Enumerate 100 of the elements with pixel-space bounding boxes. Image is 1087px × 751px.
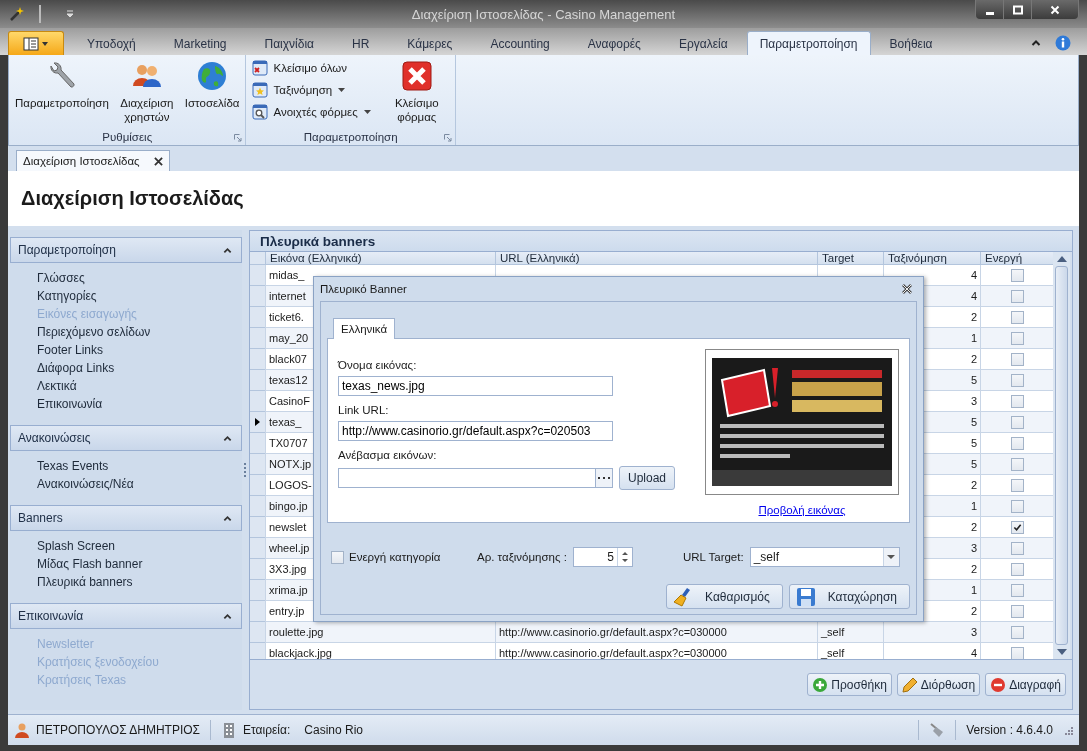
toolbar-button[interactable]: Προσθήκη	[807, 673, 892, 696]
dropdown[interactable]: _self	[749, 547, 900, 567]
checkbox[interactable]	[1010, 352, 1024, 366]
checkbox[interactable]	[1010, 604, 1024, 618]
file-field[interactable]	[338, 468, 613, 488]
ribbon-tab[interactable]: Εργαλεία	[659, 31, 747, 55]
checkbox[interactable]	[1010, 268, 1024, 282]
ribbon-tab[interactable]: Κάμερες	[388, 31, 472, 55]
dialog-launcher-icon[interactable]	[443, 134, 452, 142]
ribbon-button[interactable]: Παραμετροποίηση	[13, 58, 111, 112]
building-icon	[221, 722, 237, 738]
spin-field[interactable]: 5	[572, 547, 633, 567]
checkbox[interactable]	[1010, 520, 1024, 534]
ribbon-button[interactable]: Διαχείριση χρηστών	[112, 58, 181, 126]
nav-link[interactable]: Γλώσσες	[37, 269, 85, 287]
dialog-button[interactable]: Καταχώρηση	[788, 584, 910, 609]
close-button[interactable]	[1032, 0, 1078, 19]
ribbon-tab[interactable]: HR	[333, 31, 389, 55]
checkbox[interactable]	[1010, 541, 1024, 555]
close-icon[interactable]	[153, 156, 163, 166]
table-cell: _self	[821, 647, 845, 659]
row-header[interactable]	[250, 412, 265, 433]
wand-icon[interactable]	[9, 6, 25, 22]
group-header[interactable]: Παραμετροποίηση	[10, 237, 242, 263]
checkbox[interactable]	[1010, 625, 1024, 639]
splitter-handle[interactable]	[244, 463, 247, 477]
input-field[interactable]: http://www.casinorio.gr/default.aspx?c=020503	[338, 421, 613, 441]
plus-icon	[812, 676, 829, 693]
close-icon	[400, 60, 433, 92]
preview-link[interactable]: Προβολή εικόνας	[758, 504, 846, 516]
ribbon-tab[interactable]: Αναφορές	[568, 31, 660, 55]
checkbox[interactable]	[1010, 436, 1024, 450]
nav-link[interactable]: Επικοινωνία	[37, 395, 103, 413]
tab[interactable]: Ελληνικά	[333, 318, 396, 339]
ribbon-tab[interactable]: Υποδοχή	[68, 31, 155, 55]
dialog-launcher-icon[interactable]	[234, 134, 243, 142]
scrollbar[interactable]	[1053, 252, 1070, 659]
page-title: Διαχείριση Ιστοσελίδας	[21, 187, 244, 210]
info-icon[interactable]	[1055, 35, 1071, 51]
nav-link[interactable]: Λεκτικά	[37, 377, 77, 395]
maximize-icon	[1012, 5, 1023, 15]
ellipsis-icon[interactable]	[598, 476, 610, 480]
input-field[interactable]: texas_news.jpg	[338, 376, 613, 396]
status-text: ΠΕΤΡΟΠΟΥΛΟΣ ΔΗΜΗΤΡΙΟΣ	[36, 723, 200, 737]
nav-link[interactable]: Μίδας Flash banner	[37, 555, 143, 573]
nav-link[interactable]: Splash Screen	[37, 537, 116, 555]
nav-link[interactable]: Περιεχόμενο σελίδων	[37, 323, 151, 341]
maximize-button[interactable]	[1004, 0, 1032, 19]
toolbar-button[interactable]: Διόρθωση	[896, 673, 981, 696]
spin-arrows-icon[interactable]	[621, 551, 628, 563]
caret-icon	[363, 110, 371, 114]
arrow-up-icon[interactable]	[1056, 256, 1067, 262]
status-text: Casino Rio	[304, 723, 363, 737]
group-header[interactable]: Επικοινωνία	[10, 603, 242, 629]
checkbox[interactable]	[1010, 310, 1024, 324]
nav-link[interactable]: Κατηγορίες	[37, 287, 97, 305]
quick-access-icon[interactable]	[65, 9, 75, 19]
nav-link[interactable]: Texas Events	[37, 457, 109, 475]
scroll-thumb[interactable]	[1055, 266, 1068, 645]
document-tab[interactable]: Διαχείριση Ιστοσελίδας	[16, 150, 170, 171]
table-cell: http://www.casinorio.gr/default.aspx?c=030000	[499, 626, 727, 638]
resize-grip-icon[interactable]	[1063, 725, 1073, 735]
checkbox[interactable]	[1010, 646, 1024, 659]
window-search-icon	[252, 104, 269, 120]
ribbon-button[interactable]: Ιστοσελίδα	[182, 58, 242, 112]
ribbon-button[interactable]: Ανοιχτές φόρμες	[250, 103, 373, 121]
minimize-button[interactable]	[976, 0, 1004, 19]
ribbon-button[interactable]: Κλείσιμο όλων	[250, 59, 373, 77]
table-cell: roulette.jpg	[265, 622, 495, 643]
dialog-button[interactable]: Καθαρισμός	[666, 584, 783, 609]
nav-link[interactable]: Διάφορα Links	[37, 359, 115, 377]
group-header[interactable]: Ανακοινώσεις	[10, 425, 242, 451]
ribbon-tab[interactable]: Accounting	[471, 31, 569, 55]
checkbox[interactable]	[1010, 562, 1024, 576]
checkbox[interactable]	[1010, 583, 1024, 597]
checkbox[interactable]	[1010, 478, 1024, 492]
ribbon-tab[interactable]: Παραμετροποίηση	[746, 31, 871, 55]
checkbox[interactable]	[1010, 394, 1024, 408]
ribbon-tab[interactable]: Παιχνίδια	[245, 31, 333, 55]
arrow-down-icon[interactable]	[1056, 649, 1067, 655]
group-title: Ρυθμίσεις	[102, 130, 153, 143]
upload-button[interactable]: Upload	[619, 466, 676, 490]
ribbon-button[interactable]: Ταξινόμηση	[250, 81, 373, 99]
ribbon-tab[interactable]: Βοήθεια	[870, 31, 952, 55]
nav-link[interactable]: Footer Links	[37, 341, 104, 359]
checkbox[interactable]	[1010, 373, 1024, 387]
group-header[interactable]: Banners	[10, 505, 242, 531]
checkbox[interactable]	[1010, 331, 1024, 345]
checkbox[interactable]	[1010, 289, 1024, 303]
checkbox[interactable]	[1010, 457, 1024, 471]
toolbar-button[interactable]: Διαγραφή	[985, 673, 1066, 696]
ribbon-button[interactable]: Κλείσιμο φόρμας	[382, 58, 451, 126]
nav-link[interactable]: Ανακοινώσεις/Νέα	[37, 475, 134, 493]
nav-link[interactable]: Πλευρικά banners	[37, 573, 133, 591]
checkbox[interactable]	[1010, 415, 1024, 429]
ribbon-tab[interactable]: Marketing	[154, 31, 246, 55]
close-icon[interactable]	[901, 284, 913, 294]
checkbox[interactable]	[1010, 499, 1024, 513]
collapse-ribbon-icon[interactable]	[1031, 38, 1041, 48]
application-menu-button[interactable]	[8, 31, 64, 55]
